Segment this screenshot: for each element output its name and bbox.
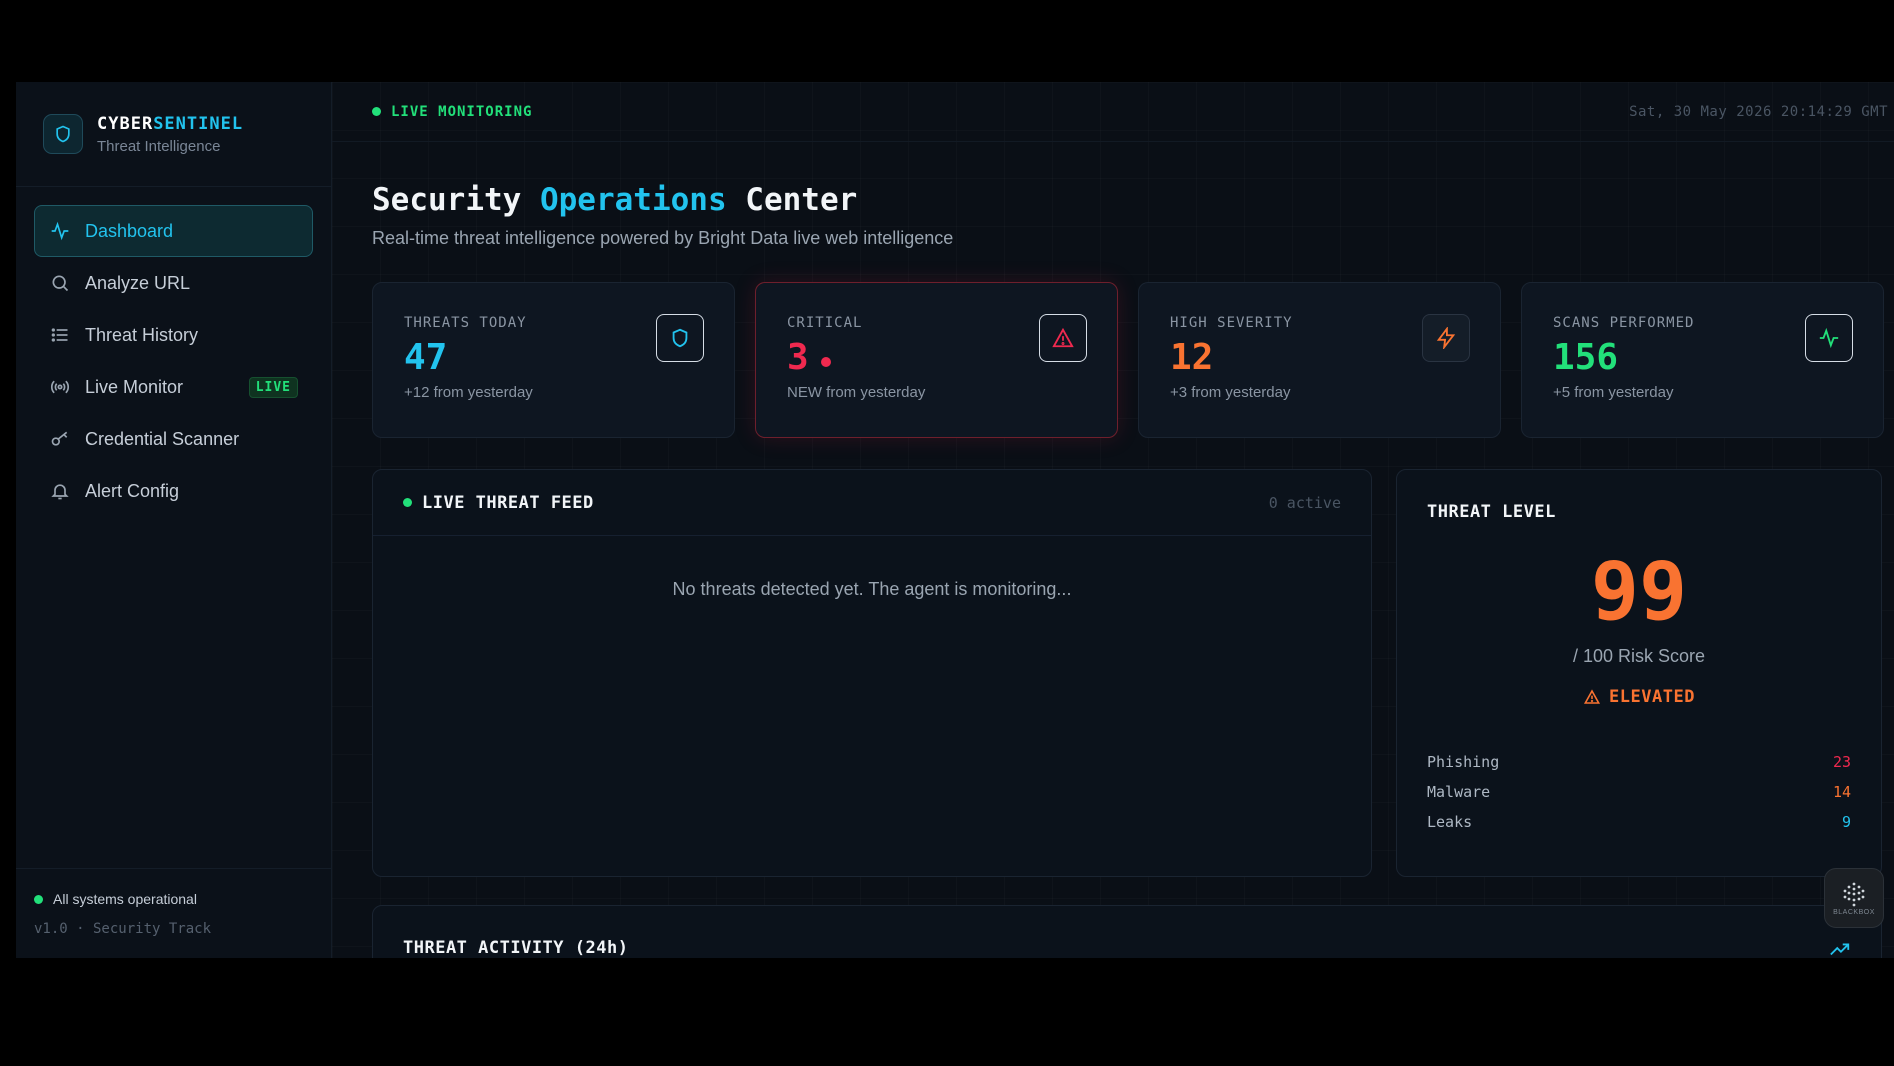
- sidebar-item-label: Live Monitor: [85, 376, 184, 397]
- blackbox-label: BLACKBOX: [1833, 908, 1875, 916]
- brand-subtitle: Threat Intelligence: [97, 137, 221, 155]
- stat-note: +3 from yesterday: [1170, 384, 1291, 401]
- live-monitoring-label: LIVE MONITORING: [391, 103, 533, 120]
- broadcast-icon: [49, 376, 71, 398]
- threat-level-panel: THREAT LEVEL 99 / 100 Risk Score ELEVATE…: [1396, 469, 1882, 877]
- sidebar-footer: All systems operational v1.0 · Security …: [16, 868, 331, 958]
- app-window: CYBERSENTINEL Threat Intelligence Dashbo…: [16, 82, 1894, 958]
- brand: CYBERSENTINEL Threat Intelligence: [16, 82, 331, 187]
- system-status-text: All systems operational: [53, 891, 197, 907]
- stat-card-threats-today: THREATS TODAY 47 +12 from yesterday: [372, 282, 735, 438]
- bell-icon: [49, 480, 71, 502]
- stat-note: +12 from yesterday: [404, 384, 533, 401]
- page-title: Security Operations Center: [372, 182, 858, 218]
- sidebar-item-analyze-url[interactable]: Analyze URL: [34, 257, 313, 309]
- system-status: All systems operational: [34, 891, 331, 907]
- feed-header: LIVE THREAT FEED 0 active: [373, 470, 1371, 536]
- pulse-dot: [820, 357, 831, 367]
- version-label: v1.0 · Security Track: [34, 921, 212, 937]
- risk-score: 99: [1590, 545, 1688, 638]
- blackbox-widget-button[interactable]: BLACKBOX: [1824, 868, 1884, 928]
- activity-icon: [49, 220, 71, 242]
- stat-note: +5 from yesterday: [1553, 384, 1674, 401]
- breakdown-row-malware: Malware 14: [1427, 783, 1851, 801]
- stats-row: THREATS TODAY 47 +12 from yesterday CRIT…: [372, 282, 1884, 438]
- sidebar-item-threat-history[interactable]: Threat History: [34, 309, 313, 361]
- sidebar-item-credential-scanner[interactable]: Credential Scanner: [34, 413, 313, 465]
- breakdown-row-phishing: Phishing 23: [1427, 753, 1851, 771]
- feed-empty-message: No threats detected yet. The agent is mo…: [672, 579, 1072, 599]
- live-monitoring-indicator: LIVE MONITORING: [372, 104, 532, 120]
- live-threat-feed: LIVE THREAT FEED 0 active No threats det…: [372, 469, 1372, 877]
- shield-logo-icon: [43, 114, 83, 154]
- stat-note: NEW from yesterday: [787, 384, 926, 401]
- topbar: LIVE MONITORING Sat, 30 May 2026 20:14:2…: [332, 82, 1894, 142]
- feed-title: LIVE THREAT FEED: [403, 493, 594, 513]
- threat-activity-panel: THREAT ACTIVITY (24h): [372, 905, 1882, 958]
- trending-up-icon: [1829, 938, 1851, 958]
- live-badge: LIVE: [248, 376, 298, 398]
- threat-activity-title: THREAT ACTIVITY (24h): [403, 938, 629, 958]
- datetime: Sat, 30 May 2026 20:14:29 GMT: [1629, 103, 1888, 120]
- stat-card-critical: CRITICAL 3 NEW from yesterday: [755, 282, 1118, 438]
- warning-icon: [1584, 689, 1601, 704]
- shield-icon: [656, 314, 704, 362]
- brand-name: CYBERSENTINEL: [97, 113, 244, 134]
- risk-score-label: / 100 Risk Score: [1572, 646, 1706, 666]
- alert-triangle-icon: [1039, 314, 1087, 362]
- search-icon: [49, 272, 71, 294]
- breakdown-row-leaks: Leaks 9: [1427, 813, 1851, 831]
- main-content: LIVE MONITORING Sat, 30 May 2026 20:14:2…: [332, 82, 1894, 958]
- sidebar-item-label: Dashboard: [85, 220, 174, 241]
- feed-active-count: 0 active: [1268, 493, 1341, 512]
- list-icon: [49, 324, 71, 346]
- sidebar-item-live-monitor[interactable]: Live Monitor LIVE: [34, 361, 313, 413]
- sidebar-item-label: Credential Scanner: [85, 428, 240, 449]
- pulse-icon: [1805, 314, 1853, 362]
- threat-status: ELEVATED: [1427, 687, 1851, 707]
- sidebar-item-label: Alert Config: [85, 480, 180, 501]
- threat-level-title: THREAT LEVEL: [1427, 502, 1556, 522]
- sidebar-item-label: Threat History: [85, 324, 199, 345]
- stat-card-high-severity: HIGH SEVERITY 12 +3 from yesterday: [1138, 282, 1501, 438]
- sidebar: CYBERSENTINEL Threat Intelligence Dashbo…: [16, 82, 332, 958]
- sidebar-item-alert-config[interactable]: Alert Config: [34, 465, 313, 517]
- live-dot: [403, 498, 412, 507]
- key-icon: [49, 428, 71, 450]
- sidebar-item-label: Analyze URL: [85, 272, 191, 293]
- page-header: Security Operations Center Real-time thr…: [332, 142, 1894, 249]
- threat-breakdown: Phishing 23 Malware 14 Leaks 9: [1427, 747, 1851, 837]
- status-dot: [34, 894, 43, 904]
- sidebar-item-dashboard[interactable]: Dashboard: [34, 205, 313, 257]
- sidebar-nav: Dashboard Analyze URL Threat History Liv…: [16, 187, 331, 517]
- page-subtitle: Real-time threat intelligence powered by…: [372, 228, 954, 248]
- live-dot: [372, 107, 381, 116]
- stat-card-scans-performed: SCANS PERFORMED 156 +5 from yesterday: [1521, 282, 1884, 438]
- blackbox-logo-icon: [1843, 882, 1865, 906]
- zap-icon: [1422, 314, 1470, 362]
